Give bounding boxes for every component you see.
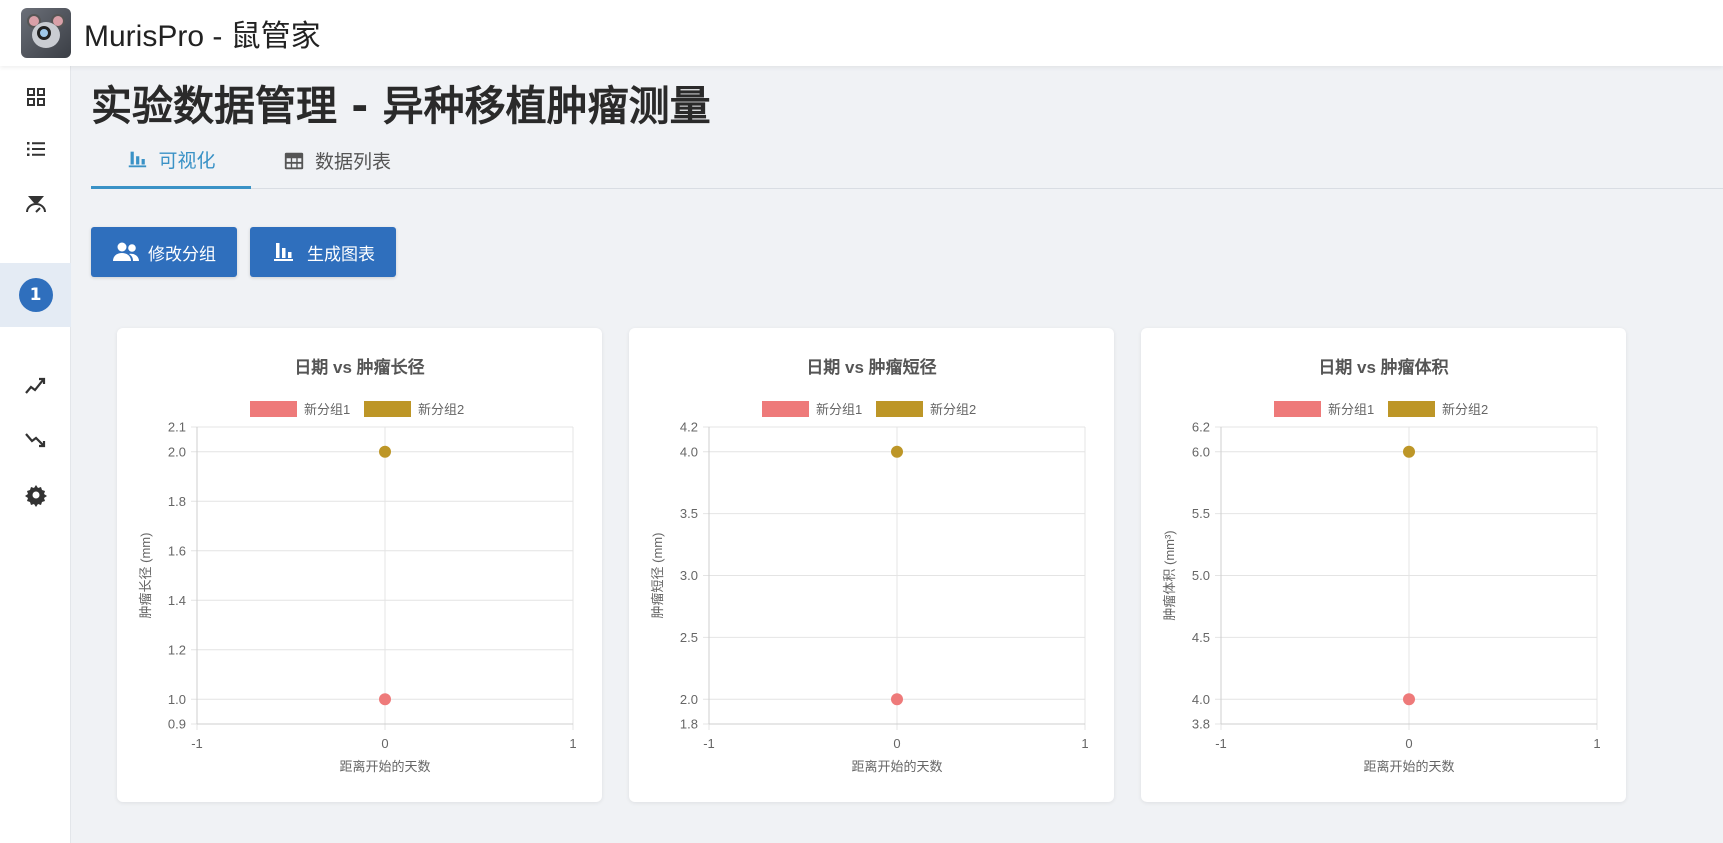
y-tick-label: 2.0 xyxy=(680,692,698,707)
y-tick-label: 0.9 xyxy=(168,717,186,732)
tab-label: 可视化 xyxy=(158,149,216,172)
trend-down-icon xyxy=(24,433,45,448)
x-tick-label: -1 xyxy=(703,736,715,751)
y-tick-label: 1.8 xyxy=(168,494,186,509)
users-icon xyxy=(113,242,139,261)
y-tick-label: 4.2 xyxy=(680,420,698,435)
chart-title: 日期 vs 肿瘤短径 xyxy=(806,357,936,377)
y-tick-label: 1.6 xyxy=(168,543,186,558)
app-title: MurisPro - 鼠管家 xyxy=(84,20,321,53)
x-tick-label: 1 xyxy=(569,736,576,751)
y-axis-label: 肿瘤长径 (mm) xyxy=(138,533,153,619)
generate-chart-label: 生成图表 xyxy=(307,244,375,265)
data-point[interactable] xyxy=(891,693,903,706)
trend-up-icon xyxy=(24,377,45,394)
sidebar-item-experiment[interactable]: 1 xyxy=(0,263,71,327)
chart-title: 日期 vs 肿瘤体积 xyxy=(1318,357,1448,377)
chart-title: 日期 vs 肿瘤长径 xyxy=(294,357,424,377)
chart-card-volume: 日期 vs 肿瘤体积新分组1 新分组2 3.8 4.0 4.5 5.0 5.5 6.0 6.2 -… xyxy=(1141,328,1626,802)
y-tick-label: 2.5 xyxy=(680,630,698,645)
x-axis-label: 距离开始的天数 xyxy=(1363,759,1454,774)
y-tick-label: 3.0 xyxy=(680,568,698,583)
sidebar-item-trend-up[interactable] xyxy=(0,363,71,409)
y-tick-label: 5.0 xyxy=(1192,568,1210,583)
modify-group-button[interactable]: 修改分组 xyxy=(91,227,237,277)
y-tick-label: 3.5 xyxy=(680,506,698,521)
sidebar-item-timer[interactable] xyxy=(0,181,71,227)
legend-label: 新分组2 xyxy=(418,402,464,417)
legend-label: 新分组2 xyxy=(930,402,976,417)
y-tick-label: 4.0 xyxy=(1192,692,1210,707)
table-icon xyxy=(284,152,304,169)
legend-swatch xyxy=(250,401,297,417)
app-logo xyxy=(21,8,71,58)
y-tick-label: 6.0 xyxy=(1192,444,1210,459)
x-tick-label: 0 xyxy=(893,736,900,751)
x-tick-label: 1 xyxy=(1593,736,1600,751)
sidebar-item-settings[interactable] xyxy=(0,472,71,518)
chart-card-width: 日期 vs 肿瘤短径新分组1 新分组2 1.8 2.0 2.5 3.0 3.5 4.0 4.2 -… xyxy=(629,328,1114,802)
grid-icon xyxy=(26,88,45,106)
y-axis-label: 肿瘤体积 (mm³) xyxy=(1162,530,1177,620)
y-tick-label: 1.2 xyxy=(168,642,186,657)
legend-swatch xyxy=(876,401,923,417)
generate-chart-button[interactable]: 生成图表 xyxy=(250,227,396,277)
x-axis-label: 距离开始的天数 xyxy=(339,759,430,774)
x-tick-label: -1 xyxy=(191,736,203,751)
legend-swatch xyxy=(364,401,411,417)
sidebar-item-list[interactable] xyxy=(0,126,71,172)
y-tick-label: 2.0 xyxy=(168,444,186,459)
modify-group-label: 修改分组 xyxy=(148,244,216,265)
legend-label: 新分组1 xyxy=(816,402,862,417)
sidebar: 1 xyxy=(0,66,71,843)
gear-icon xyxy=(24,485,47,507)
x-axis-label: 距离开始的天数 xyxy=(851,759,942,774)
data-point[interactable] xyxy=(1403,693,1415,706)
chart-card-length: 日期 vs 肿瘤长径新分组1 新分组2 0.9 1.0 1.2 1.4 1.6 1.8 2.0 2… xyxy=(117,328,602,802)
legend-swatch xyxy=(762,401,809,417)
bar-chart-icon xyxy=(274,243,293,261)
data-point[interactable] xyxy=(1403,445,1415,458)
legend-label: 新分组1 xyxy=(304,402,350,417)
experiment-badge: 1 xyxy=(18,278,53,312)
tab-bar: 可视化 数据列表 xyxy=(91,132,1723,189)
list-icon xyxy=(26,142,45,156)
legend-swatch xyxy=(1274,401,1321,417)
y-tick-label: 1.8 xyxy=(680,717,698,732)
sidebar-item-dashboard[interactable] xyxy=(0,74,71,120)
y-tick-label: 4.0 xyxy=(680,444,698,459)
y-tick-label: 6.2 xyxy=(1192,420,1210,435)
y-tick-label: 4.5 xyxy=(1192,630,1210,645)
timer-icon xyxy=(25,196,46,213)
legend-label: 新分组1 xyxy=(1328,402,1374,417)
x-tick-label: 0 xyxy=(381,736,388,751)
data-point[interactable] xyxy=(891,445,903,458)
y-tick-label: 5.5 xyxy=(1192,506,1210,521)
data-point[interactable] xyxy=(379,693,391,706)
data-point[interactable] xyxy=(379,445,391,458)
scatter-chart: 日期 vs 肿瘤长径新分组1 新分组2 0.9 1.0 1.2 1.4 1.6 1.8 2.0 2… xyxy=(138,357,577,774)
x-tick-label: -1 xyxy=(1215,736,1227,751)
scatter-chart: 日期 vs 肿瘤短径新分组1 新分组2 1.8 2.0 2.5 3.0 3.5 4.0 4.2 -… xyxy=(650,357,1089,774)
page-title: 实验数据管理 - 异种移植肿瘤测量 xyxy=(91,82,711,130)
scatter-chart: 日期 vs 肿瘤体积新分组1 新分组2 3.8 4.0 4.5 5.0 5.5 6.0 6.2 -… xyxy=(1162,357,1601,774)
legend-label: 新分组2 xyxy=(1442,402,1488,417)
x-tick-label: 1 xyxy=(1081,736,1088,751)
top-bar: MurisPro - 鼠管家 xyxy=(0,0,1723,66)
tab-data-list[interactable]: 数据列表 xyxy=(283,132,391,189)
y-axis-label: 肿瘤短径 (mm) xyxy=(650,533,665,619)
y-tick-label: 2.1 xyxy=(168,420,186,435)
tab-visualization[interactable]: 可视化 xyxy=(91,132,251,189)
tab-label: 数据列表 xyxy=(315,151,392,173)
y-tick-label: 1.4 xyxy=(168,593,186,608)
y-tick-label: 3.8 xyxy=(1192,717,1210,732)
legend-swatch xyxy=(1388,401,1435,417)
y-tick-label: 1.0 xyxy=(168,692,186,707)
sidebar-item-trend-down[interactable] xyxy=(0,417,71,463)
bar-chart-icon xyxy=(129,151,147,168)
x-tick-label: 0 xyxy=(1405,736,1412,751)
